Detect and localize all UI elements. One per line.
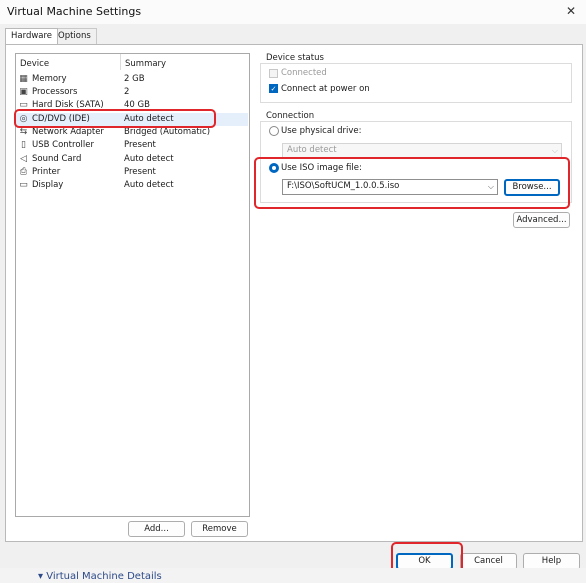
device-summary: 2 [124,87,130,97]
use-physical-drive-label: Use physical drive: [281,126,362,136]
column-separator [120,54,121,70]
device-row-display[interactable]: ▭ Display Auto detect [16,179,248,192]
connect-at-power-on-checkbox[interactable]: ✓ [269,84,278,93]
close-icon[interactable]: ✕ [566,4,576,18]
tab-options[interactable]: Options [52,28,97,44]
sound-card-icon: ◁ [20,154,27,164]
advanced-button[interactable]: Advanced... [513,212,570,228]
annotation-highlight-cd-dvd [14,109,216,128]
remove-button[interactable]: Remove [191,521,248,537]
device-row-usb-controller[interactable]: ▯ USB Controller Present [16,139,248,152]
device-row-processors[interactable]: ▣ Processors 2 [16,86,248,99]
device-name: Memory [32,74,67,84]
connected-label: Connected [281,68,327,78]
physical-drive-value: Auto detect [287,145,337,155]
use-physical-drive-radio[interactable] [269,126,279,136]
device-summary: Present [124,140,156,150]
display-icon: ▭ [19,180,28,190]
device-row-sound-card[interactable]: ◁ Sound Card Auto detect [16,153,248,166]
connect-at-power-on-label: Connect at power on [281,84,370,94]
connected-checkbox[interactable] [269,69,278,78]
device-summary: Auto detect [124,180,174,190]
printer-icon: ⎙ [19,167,28,177]
usb-controller-icon: ▯ [21,140,26,150]
memory-icon: ▦ [19,74,28,84]
physical-drive-select[interactable]: Auto detect ⌵ [282,143,562,158]
device-summary: Auto detect [124,154,174,164]
device-name: USB Controller [32,140,94,150]
processor-icon: ▣ [19,87,28,97]
device-summary: 2 GB [124,74,145,84]
connection-title: Connection [266,111,315,121]
device-summary: Present [124,167,156,177]
column-header-summary[interactable]: Summary [125,59,166,69]
tab-hardware[interactable]: Hardware [5,28,59,44]
device-row-printer[interactable]: ⎙ Printer Present [16,166,248,179]
column-header-device[interactable]: Device [20,59,49,69]
window-title: Virtual Machine Settings [7,5,142,18]
device-name: Processors [32,87,78,97]
device-name: Sound Card [32,154,82,164]
device-name: Display [32,180,64,190]
annotation-highlight-iso [254,157,570,209]
add-button[interactable]: Add... [128,521,185,537]
device-name: Printer [32,167,61,177]
background-section-title: ▾ Virtual Machine Details [38,571,162,582]
device-status-title: Device status [266,53,324,63]
chevron-down-icon: ⌵ [551,146,558,155]
device-row-memory[interactable]: ▦ Memory 2 GB [16,73,248,86]
network-adapter-icon: ⇆ [19,127,28,137]
